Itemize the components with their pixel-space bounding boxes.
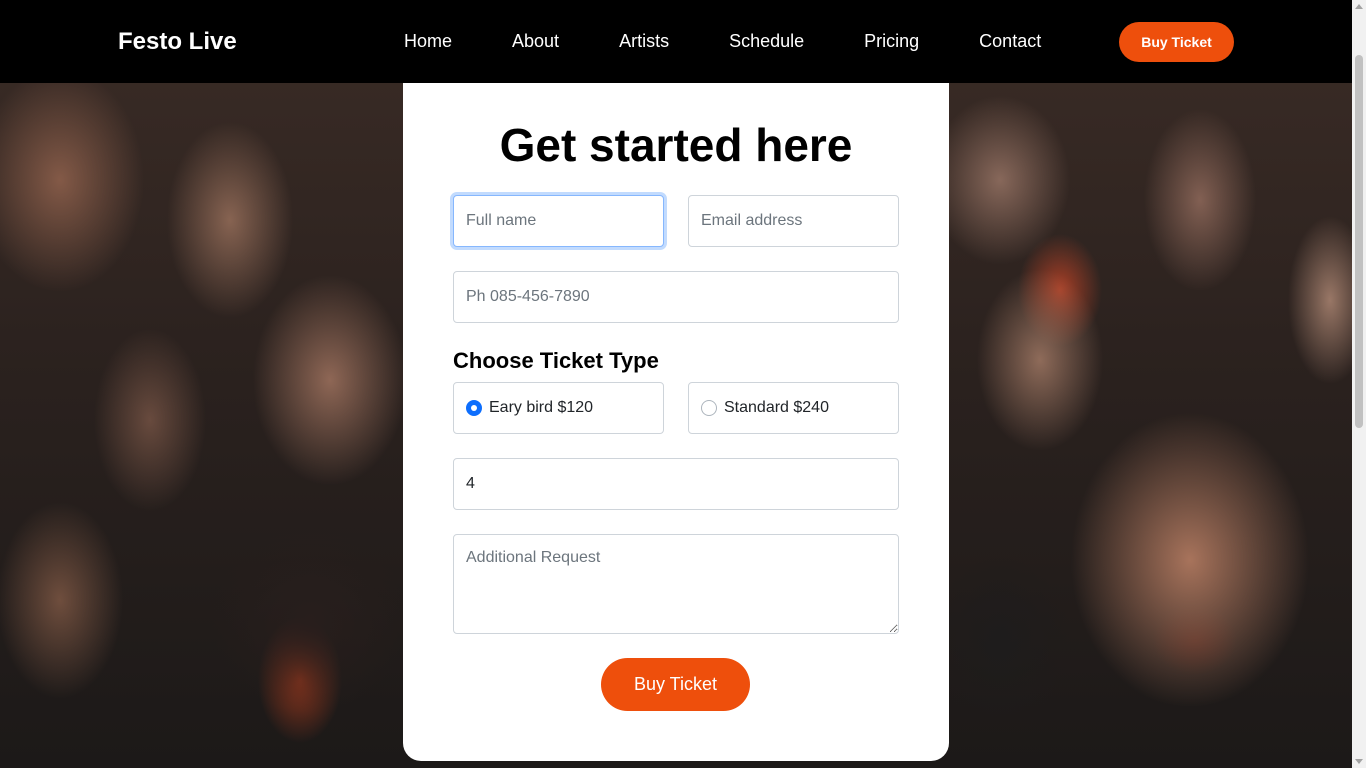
ticket-type-heading: Choose Ticket Type — [453, 348, 659, 373]
nav-link-about[interactable]: About — [512, 31, 559, 52]
nav-link-schedule[interactable]: Schedule — [729, 31, 804, 52]
radio-checked-icon[interactable] — [466, 400, 482, 416]
form-title: Get started here — [499, 119, 853, 171]
phone-input[interactable] — [453, 271, 899, 323]
brand-logo[interactable]: Festo Live — [118, 28, 237, 56]
ticket-quantity-input[interactable] — [453, 458, 899, 510]
top-navbar: Festo Live Home About Artists Schedule P… — [0, 0, 1352, 83]
scrollbar-thumb[interactable] — [1355, 55, 1363, 428]
ticket-option-standard[interactable]: Standard $240 — [688, 382, 899, 434]
ticket-form-card: Get started here Choose Ticket Type Eary… — [403, 83, 949, 761]
ticket-option-label: Standard $240 — [724, 399, 829, 416]
nav-link-contact[interactable]: Contact — [979, 31, 1041, 52]
header-buy-ticket-button[interactable]: Buy Ticket — [1119, 22, 1234, 62]
nav-links: Home About Artists Schedule Pricing Cont… — [404, 31, 1101, 52]
additional-request-textarea[interactable] — [453, 534, 899, 634]
nav-link-artists[interactable]: Artists — [619, 31, 669, 52]
radio-unchecked-icon[interactable] — [701, 400, 717, 416]
ticket-option-early-bird[interactable]: Eary bird $120 — [453, 382, 664, 434]
scroll-up-arrow-icon[interactable] — [1355, 4, 1363, 9]
nav-link-home[interactable]: Home — [404, 31, 452, 52]
nav-link-pricing[interactable]: Pricing — [864, 31, 919, 52]
ticket-option-label: Eary bird $120 — [489, 399, 594, 416]
buy-ticket-submit-button[interactable]: Buy Ticket — [601, 658, 750, 711]
scroll-down-arrow-icon[interactable] — [1355, 759, 1363, 764]
page-scrollbar[interactable] — [1352, 0, 1366, 768]
email-input[interactable] — [688, 195, 899, 247]
full-name-input[interactable] — [453, 195, 664, 247]
